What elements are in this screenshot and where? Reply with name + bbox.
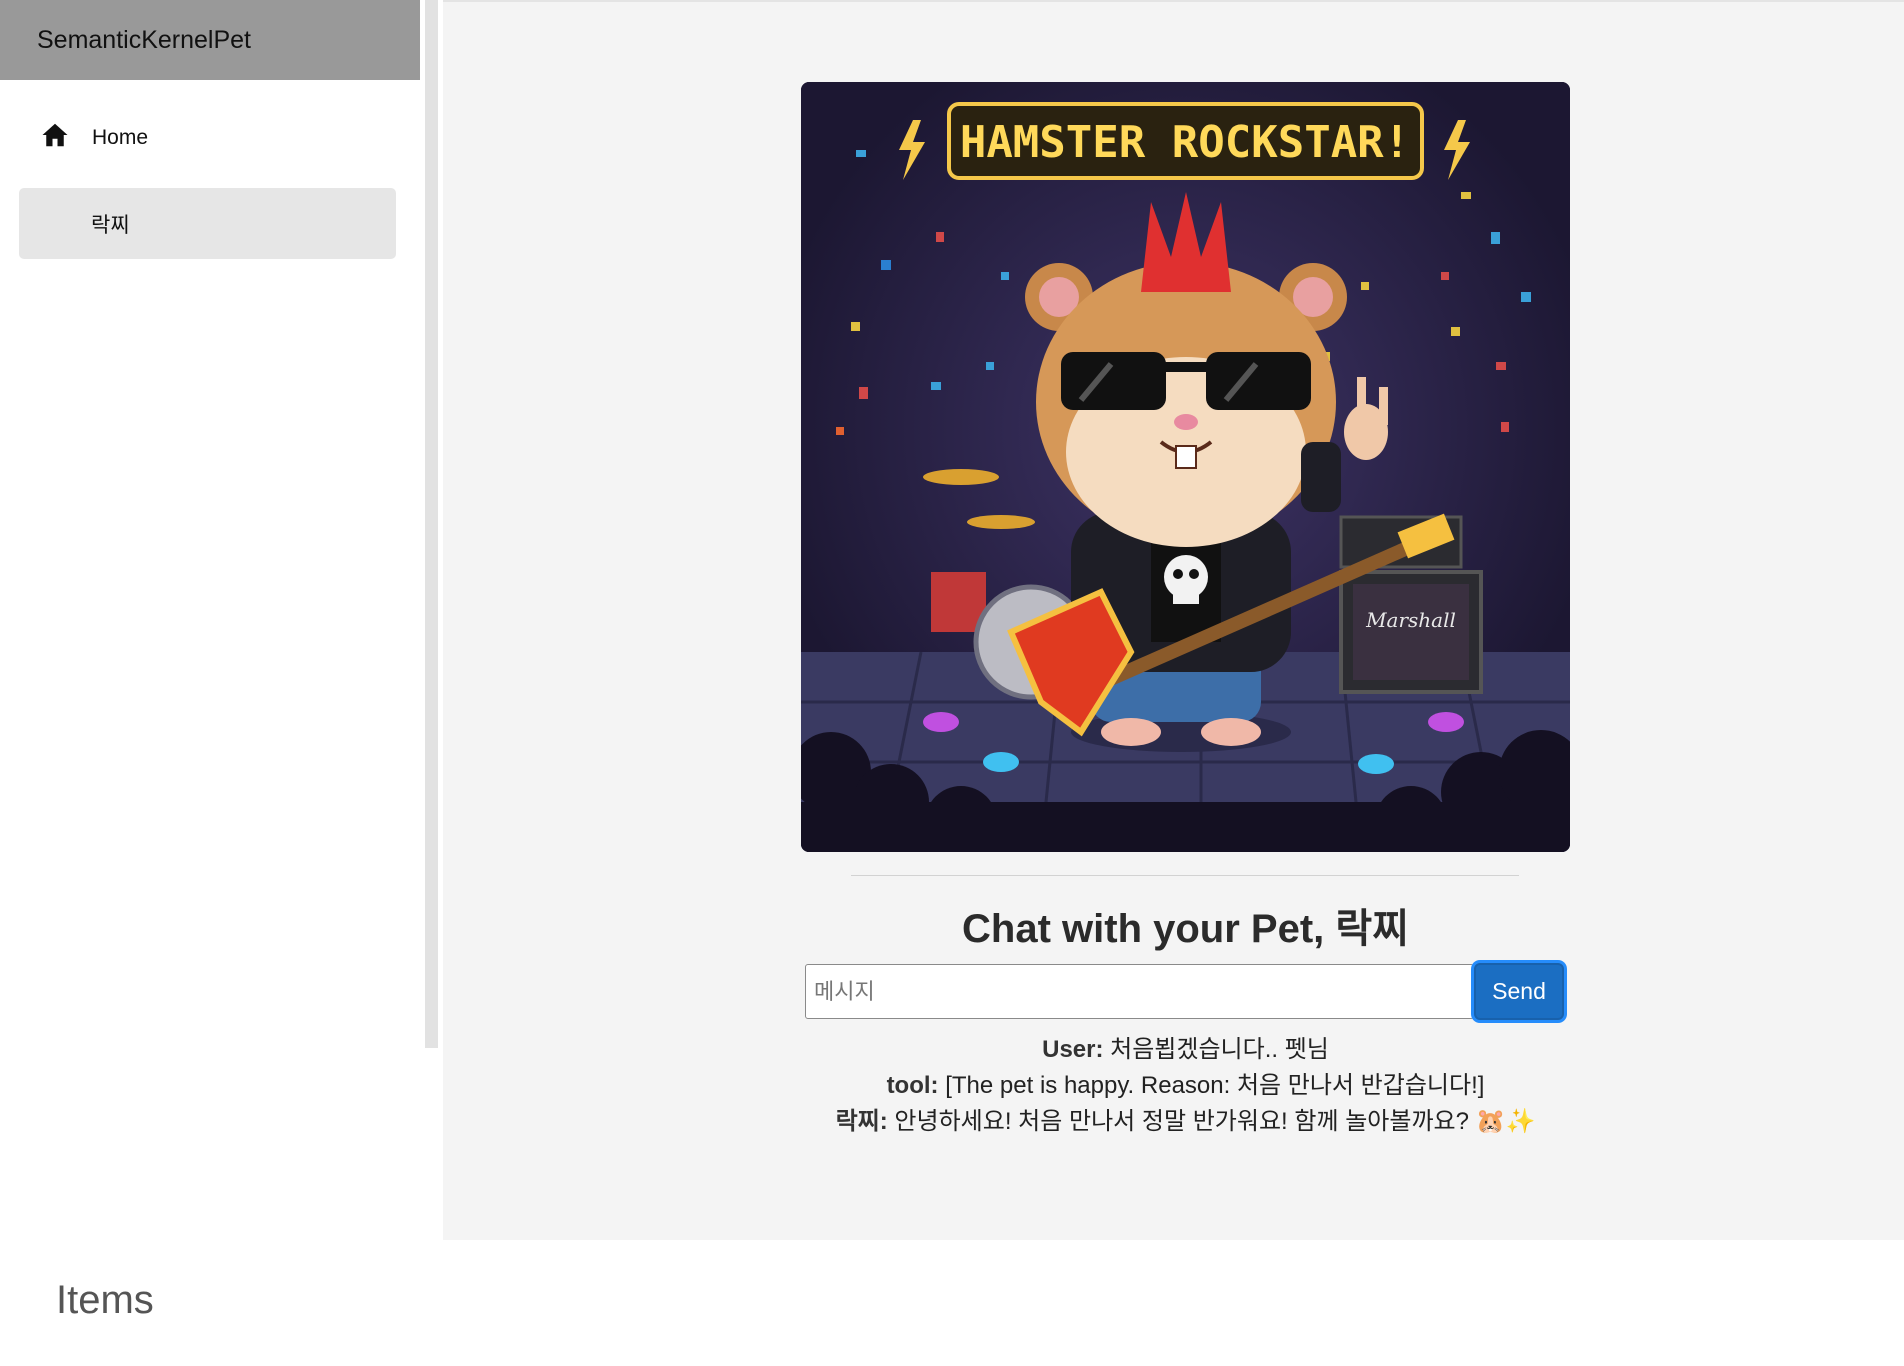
sidebar-scrollbar[interactable] [425, 0, 438, 1048]
nav-item-home[interactable]: Home [40, 118, 148, 158]
message-text: 처음뵙겠습니다.. 펫님 [1110, 1036, 1329, 1063]
app-root: SemanticKernelPet Home 락찌 HAMSTER ROCKST… [0, 0, 1904, 1366]
message-speaker: 락찌: [835, 1108, 888, 1135]
main-content: HAMSTER ROCKSTAR! Marshall Chat with you… [443, 0, 1904, 1240]
home-icon [40, 120, 70, 156]
send-button[interactable]: Send [1474, 963, 1564, 1020]
banner: HAMSTER ROCKSTAR! [899, 102, 1470, 180]
nav-item-pet-label: 락찌 [91, 213, 130, 237]
chat-message: tool: [The pet is happy. Reason: 처음 만나서 … [801, 1068, 1570, 1104]
chat-title: Chat with your Pet, 락찌 [962, 907, 1409, 951]
nav-item-pet[interactable]: 락찌 [19, 188, 396, 259]
message-text: [The pet is happy. Reason: 처음 만나서 반갑습니다!… [945, 1072, 1485, 1099]
pet-image: HAMSTER ROCKSTAR! Marshall [801, 82, 1570, 852]
chat-message: 락찌: 안녕하세요! 처음 만나서 정말 반가워요! 함께 놀아볼까요? 🐹✨ [801, 1104, 1570, 1140]
svg-text:Marshall: Marshall [1365, 608, 1456, 632]
sidebar: SemanticKernelPet Home 락찌 [0, 0, 443, 1240]
svg-text:HAMSTER ROCKSTAR!: HAMSTER ROCKSTAR! [960, 117, 1410, 168]
nav-item-home-label: Home [92, 126, 149, 149]
message-speaker: User: [1042, 1036, 1104, 1063]
items-heading: Items [56, 1278, 154, 1322]
message-input[interactable] [805, 964, 1474, 1019]
divider [851, 875, 1519, 876]
message-speaker: tool: [886, 1072, 939, 1099]
chat-messages: User: 처음뵙겠습니다.. 펫님 tool: [The pet is hap… [801, 1032, 1570, 1140]
brand-title[interactable]: SemanticKernelPet [0, 0, 420, 80]
message-text: 안녕하세요! 처음 만나서 정말 반가워요! 함께 놀아볼까요? 🐹✨ [894, 1108, 1536, 1135]
chat-message: User: 처음뵙겠습니다.. 펫님 [801, 1032, 1570, 1068]
